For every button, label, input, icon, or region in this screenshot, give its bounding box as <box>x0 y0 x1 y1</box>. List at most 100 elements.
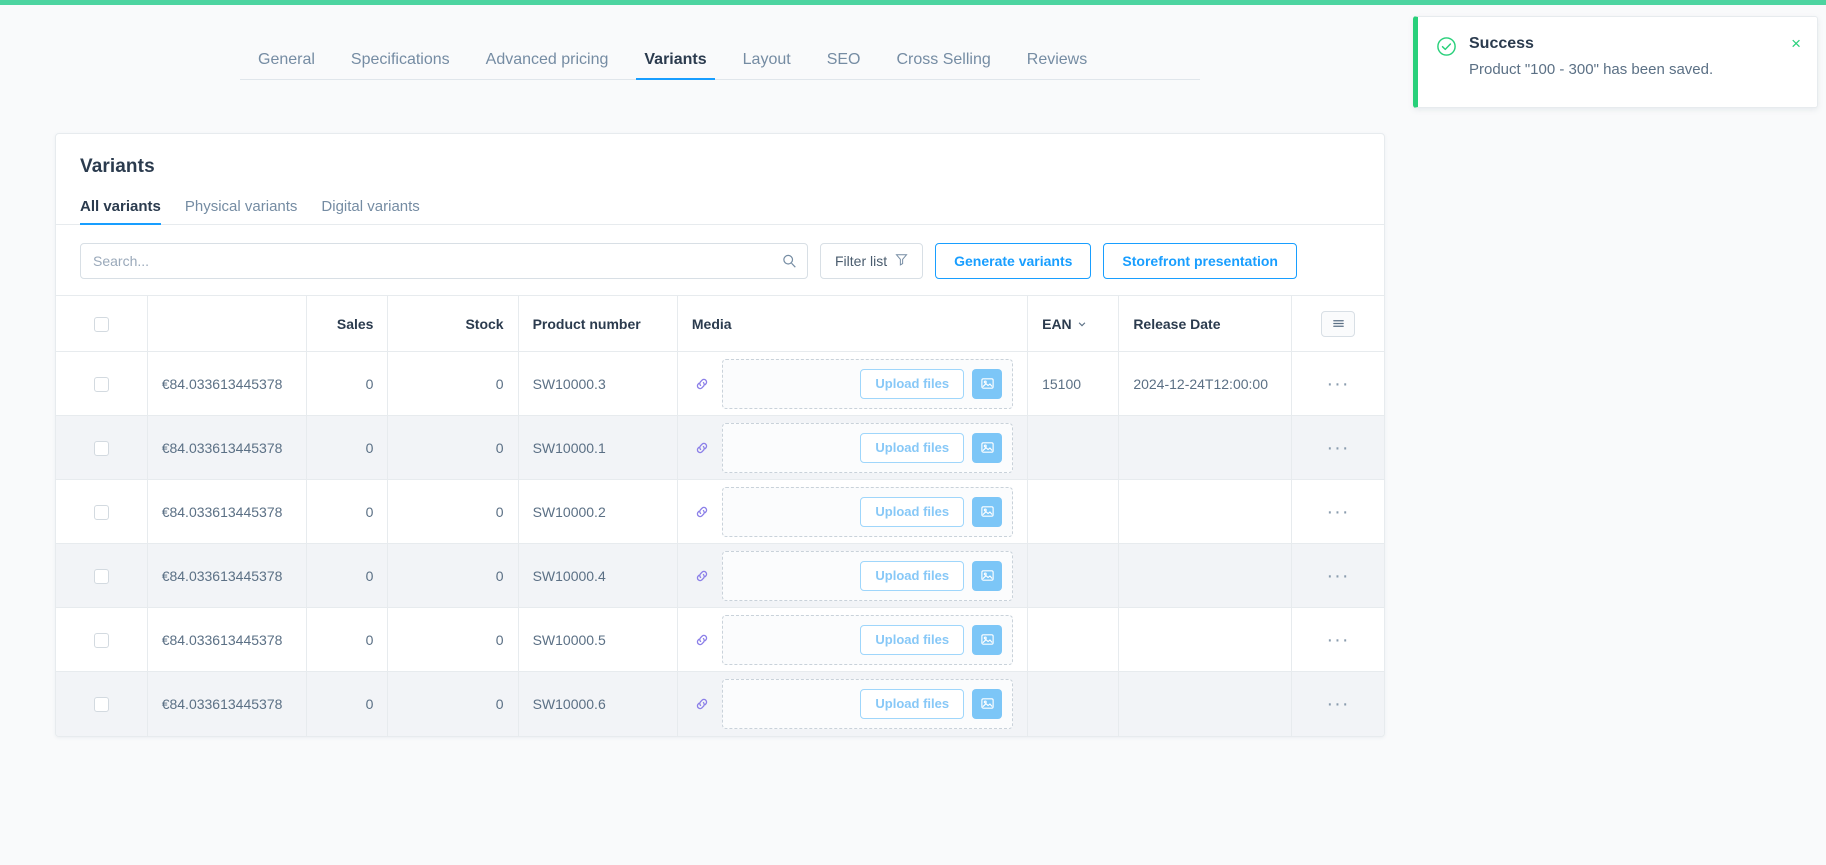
cell-ean <box>1027 479 1120 544</box>
variants-table-head: Sales Stock Product number Media EAN Rel… <box>56 295 1384 352</box>
row-checkbox[interactable] <box>93 568 109 584</box>
image-icon[interactable] <box>972 496 1003 527</box>
tab-advanced-pricing[interactable]: Advanced pricing <box>468 52 627 79</box>
image-icon[interactable] <box>972 624 1003 655</box>
header-product-number[interactable]: Product number <box>518 295 678 352</box>
link-icon[interactable] <box>694 568 710 584</box>
table-row[interactable]: €84.033613445378 0 0 SW10000.3 Upload files 1… <box>56 351 1384 416</box>
subtab-all-variants[interactable]: All variants <box>80 198 161 225</box>
table-header-row: Sales Stock Product number Media EAN Rel… <box>56 295 1384 352</box>
upload-files-button[interactable]: Upload files <box>860 496 965 527</box>
media-dropzone[interactable]: Upload files <box>721 678 1014 729</box>
cell-ean: 15100 <box>1027 351 1120 416</box>
cell-product-number: SW10000.2 <box>518 479 678 544</box>
row-select-cell <box>56 351 148 416</box>
cell-stock: 0 <box>387 607 519 672</box>
cell-sales: 0 <box>306 607 389 672</box>
cell-media: Upload files <box>677 543 1029 608</box>
storefront-presentation-button[interactable]: Storefront presentation <box>1103 243 1297 279</box>
cell-media: Upload files <box>677 607 1029 672</box>
select-all-checkbox[interactable] <box>93 316 109 332</box>
toast-title: Success <box>1469 35 1534 52</box>
table-row[interactable]: €84.033613445378 0 0 SW10000.5 Upload files ·… <box>56 607 1384 672</box>
cell-price: €84.033613445378 <box>147 351 308 416</box>
tab-specifications[interactable]: Specifications <box>333 52 468 79</box>
upload-files-button[interactable]: Upload files <box>860 560 965 591</box>
row-checkbox[interactable] <box>93 632 109 648</box>
cell-release-date <box>1118 671 1292 736</box>
upload-files-button[interactable]: Upload files <box>860 624 965 655</box>
columns-menu-icon[interactable] <box>1321 310 1355 337</box>
row-select-cell <box>56 415 148 480</box>
filter-list-label: Filter list <box>835 253 888 269</box>
variants-table: Sales Stock Product number Media EAN Rel… <box>56 295 1384 736</box>
link-icon[interactable] <box>694 440 710 456</box>
header-sales[interactable]: Sales <box>306 295 389 352</box>
table-row[interactable]: €84.033613445378 0 0 SW10000.2 Upload files ·… <box>56 479 1384 544</box>
storefront-presentation-label: Storefront presentation <box>1122 253 1278 269</box>
upload-files-button[interactable]: Upload files <box>860 688 965 719</box>
cell-stock: 0 <box>387 543 519 608</box>
row-checkbox[interactable] <box>93 697 109 713</box>
cell-media: Upload files <box>677 415 1029 480</box>
subtab-physical-variants[interactable]: Physical variants <box>185 198 298 224</box>
generate-variants-button[interactable]: Generate variants <box>935 243 1092 279</box>
ellipsis-icon[interactable]: ··· <box>1327 565 1350 587</box>
filter-list-button[interactable]: Filter list <box>820 243 924 279</box>
link-icon[interactable] <box>694 696 710 712</box>
cell-release-date <box>1118 479 1292 544</box>
header-release-date[interactable]: Release Date <box>1118 295 1292 352</box>
cell-product-number: SW10000.4 <box>518 543 678 608</box>
media-dropzone[interactable]: Upload files <box>721 422 1014 473</box>
row-checkbox[interactable] <box>93 376 109 392</box>
link-icon[interactable] <box>694 376 710 392</box>
tab-seo[interactable]: SEO <box>809 52 879 79</box>
ellipsis-icon[interactable]: ··· <box>1327 437 1350 459</box>
image-icon[interactable] <box>972 432 1003 463</box>
row-checkbox[interactable] <box>93 440 109 456</box>
ellipsis-icon[interactable]: ··· <box>1327 629 1350 651</box>
table-row[interactable]: €84.033613445378 0 0 SW10000.6 Upload files ·… <box>56 671 1384 736</box>
search-field-wrapper <box>80 243 808 279</box>
product-tab-bar: General Specifications Advanced pricing Var… <box>240 38 1200 80</box>
image-icon[interactable] <box>972 688 1003 719</box>
ellipsis-icon[interactable]: ··· <box>1327 693 1350 715</box>
cell-ean <box>1027 607 1120 672</box>
link-icon[interactable] <box>694 632 710 648</box>
link-icon[interactable] <box>694 504 710 520</box>
cell-product-number: SW10000.6 <box>518 671 678 736</box>
subtab-digital-variants[interactable]: Digital variants <box>321 198 419 224</box>
cell-sales: 0 <box>306 351 389 416</box>
media-dropzone[interactable]: Upload files <box>721 358 1014 409</box>
cell-release-date <box>1118 607 1292 672</box>
ellipsis-icon[interactable]: ··· <box>1327 501 1350 523</box>
header-ean[interactable]: EAN <box>1027 295 1120 352</box>
media-dropzone[interactable]: Upload files <box>721 550 1014 601</box>
cell-media: Upload files <box>677 671 1029 736</box>
search-icon[interactable] <box>782 254 797 269</box>
upload-files-button[interactable]: Upload files <box>860 432 965 463</box>
media-dropzone[interactable]: Upload files <box>721 614 1014 665</box>
table-row[interactable]: €84.033613445378 0 0 SW10000.4 Upload files ·… <box>56 543 1384 608</box>
tab-cross-selling[interactable]: Cross Selling <box>879 52 1009 79</box>
image-icon[interactable] <box>972 368 1003 399</box>
ellipsis-icon[interactable]: ··· <box>1327 373 1350 395</box>
header-select-all <box>56 295 148 352</box>
search-input[interactable] <box>80 243 808 279</box>
tab-general[interactable]: General <box>240 52 333 79</box>
tab-layout[interactable]: Layout <box>725 52 809 79</box>
tab-reviews[interactable]: Reviews <box>1009 52 1105 79</box>
header-stock[interactable]: Stock <box>387 295 519 352</box>
cell-media: Upload files <box>677 351 1029 416</box>
tab-variants[interactable]: Variants <box>626 52 724 80</box>
upload-files-button[interactable]: Upload files <box>860 368 965 399</box>
table-row[interactable]: €84.033613445378 0 0 SW10000.1 Upload files ·… <box>56 415 1384 480</box>
cell-sales: 0 <box>306 415 389 480</box>
close-icon[interactable]: × <box>1791 35 1801 89</box>
cell-price: €84.033613445378 <box>147 543 308 608</box>
image-icon[interactable] <box>972 560 1003 591</box>
cell-actions: ··· <box>1291 415 1384 480</box>
media-dropzone[interactable]: Upload files <box>721 486 1014 537</box>
variants-toolbar: Filter list Generate variants Storefront… <box>56 225 1384 295</box>
row-checkbox[interactable] <box>93 504 109 520</box>
